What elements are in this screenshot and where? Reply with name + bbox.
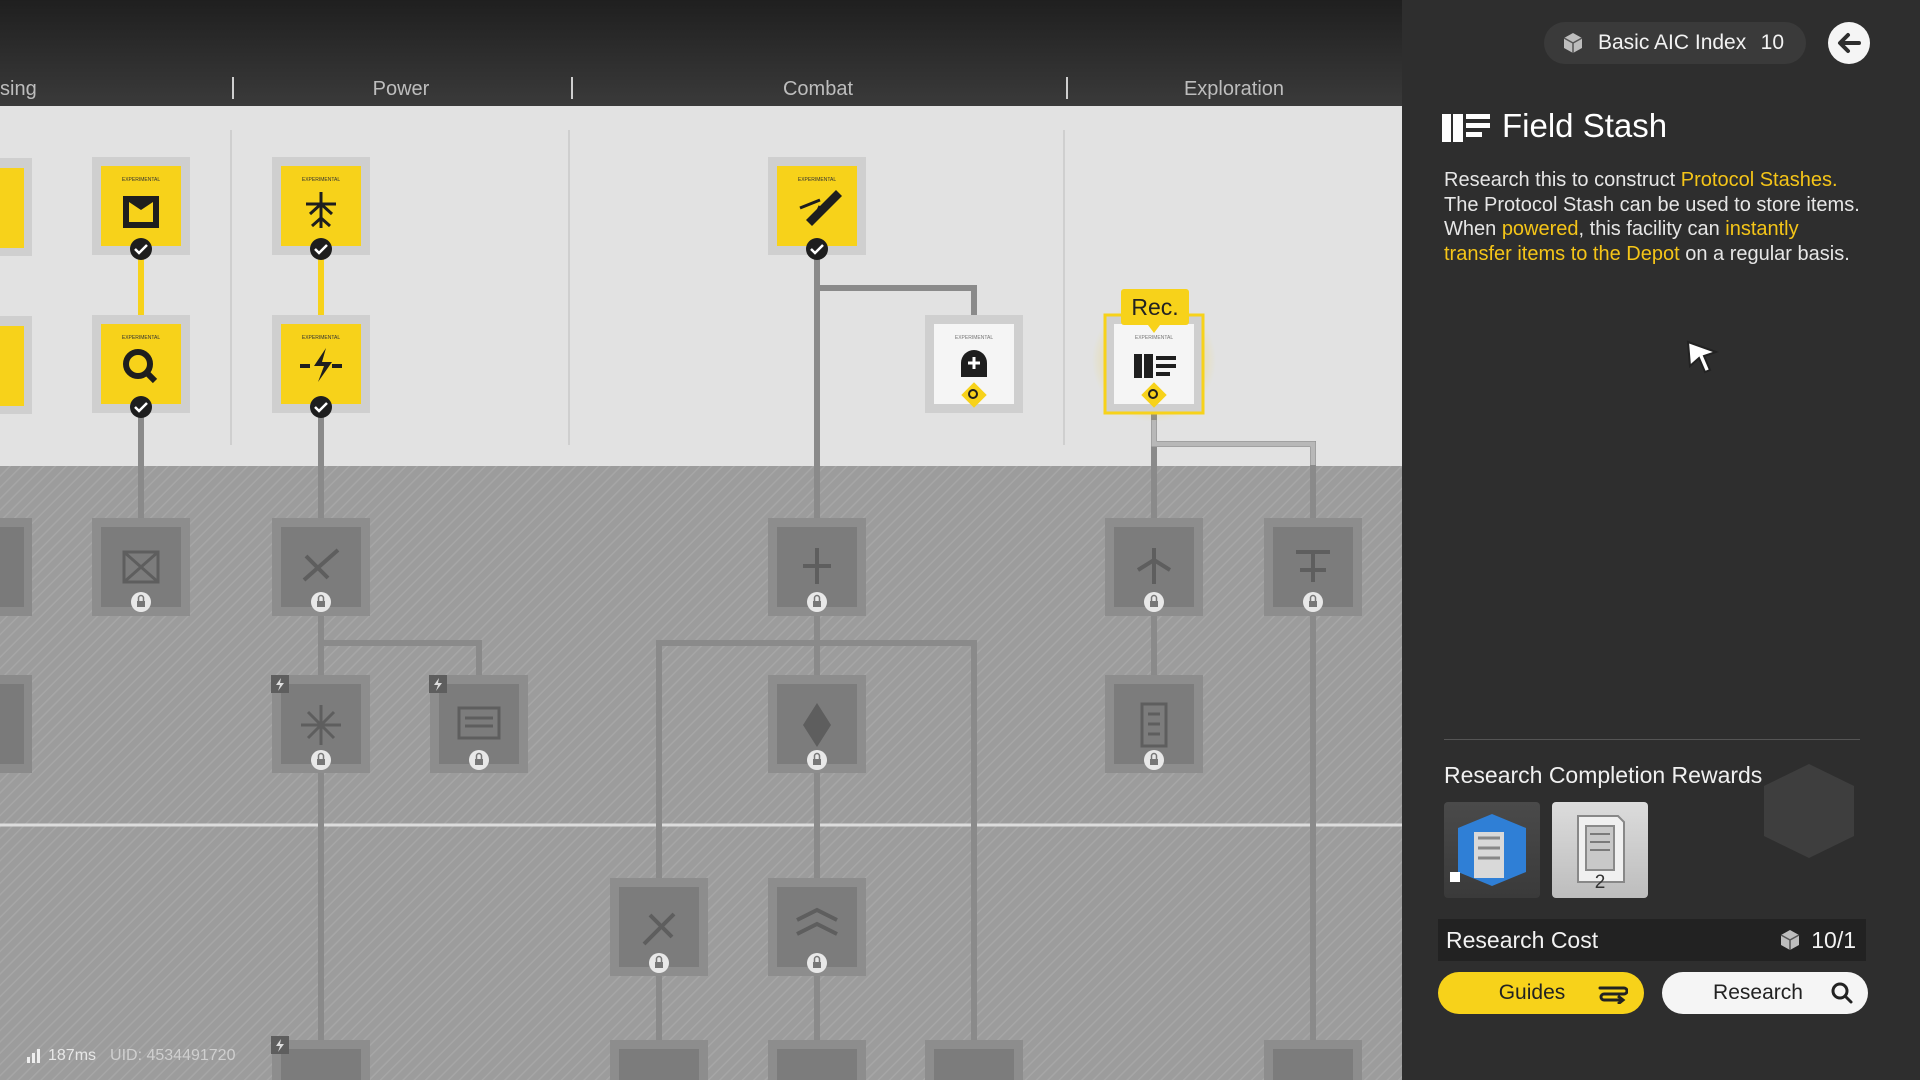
category-tab-processing[interactable]: sing [0,78,37,100]
guides-button[interactable]: Guides [1438,972,1644,1014]
svg-text:EXPERIMENTAL: EXPERIMENTAL [122,335,160,341]
check-icon [130,238,152,260]
mouse-cursor-icon [1686,340,1720,374]
research-node-processing-partial[interactable] [0,316,32,414]
research-node-locked[interactable] [1105,518,1203,616]
check-icon [130,396,152,418]
category-tab-power[interactable]: Power [373,78,430,100]
research-cost-value: 10/1 [1811,926,1856,953]
medic-icon [961,350,987,377]
detail-title: Field Stash [1502,107,1668,144]
field-stash-icon [1442,114,1490,142]
desc-highlight: powered [1501,218,1579,240]
cube-icon [1780,930,1800,950]
desc-text: Research this to construct [1444,169,1681,191]
svg-text:Rec.: Rec. [1131,294,1178,320]
desc-text: , this facility can [1578,218,1726,240]
research-node-locked[interactable] [271,675,370,773]
section-divider [1444,739,1860,740]
research-node-locked[interactable] [1264,518,1362,616]
check-icon [806,238,828,260]
detail-description: Research this to construct Protocol Stas… [1444,168,1864,266]
research-node-combat-available[interactable]: EXPERIMENTAL [925,315,1023,413]
check-icon [310,396,332,418]
svg-text:EXPERIMENTAL: EXPERIMENTAL [302,177,340,183]
svg-text:EXPERIMENTAL: EXPERIMENTAL [955,335,993,341]
research-node-locked[interactable] [768,878,866,976]
research-node-locked[interactable] [610,1040,708,1080]
rewards-title: Research Completion Rewards [1444,762,1763,788]
research-node-locked[interactable] [429,675,528,773]
network-status: 187ms UID: 4534491720 [26,1047,235,1065]
svg-text:EXPERIMENTAL: EXPERIMENTAL [302,335,340,341]
uid-text: UID: 4534491720 [110,1047,236,1064]
back-button[interactable] [1828,22,1870,64]
research-label: Research [1713,981,1803,1004]
research-node-locked[interactable] [271,1036,370,1080]
research-node-locked[interactable] [1105,675,1203,773]
box-watermark-icon [1764,764,1854,858]
gamepad-shortcut-icon [1598,986,1628,1004]
detail-panel [1402,0,1920,1080]
research-node-locked[interactable] [92,518,190,616]
guides-label: Guides [1498,981,1566,1004]
aic-index-badge: Basic AIC Index 10 [1544,22,1806,64]
search-icon [1831,982,1853,1004]
category-tab-exploration[interactable]: Exploration [1184,78,1284,100]
research-node-locked[interactable] [768,1040,866,1080]
desc-highlight: Protocol Stashes. [1680,169,1838,191]
research-node-depot-unlocked[interactable]: EXPERIMENTAL [92,157,190,260]
research-cost-bar: Research Cost 10/1 [1438,919,1866,961]
research-node-combat-unlocked[interactable]: EXPERIMENTAL [768,157,866,260]
signal-icon [27,1049,40,1063]
check-icon [310,238,332,260]
blueprint-icon [1450,814,1526,886]
research-button[interactable]: Research [1662,972,1868,1014]
research-node-locked[interactable] [610,878,708,976]
ping-text: 187ms [48,1047,97,1064]
reward-item-protocol-stash[interactable]: 2 [1552,802,1648,898]
aic-index-label: Basic AIC Index [1598,31,1747,54]
research-node-power-pylon-unlocked[interactable]: EXPERIMENTAL [272,157,370,260]
category-tab-combat[interactable]: Combat [783,78,853,100]
research-node-locked[interactable] [925,1040,1023,1080]
research-node-locked[interactable] [272,518,370,616]
research-node-locked[interactable] [0,675,32,773]
cube-icon [1563,33,1583,53]
research-node-locked[interactable] [1264,1040,1362,1080]
research-node-locked[interactable] [768,518,866,616]
detail-header: Field Stash [1440,106,1667,146]
reward-item-blueprint[interactable] [1444,802,1540,898]
back-arrow-icon [1838,33,1861,53]
reward-count: 2 [1594,872,1606,893]
research-node-processing-unlocked[interactable]: EXPERIMENTAL [92,315,190,418]
svg-text:EXPERIMENTAL: EXPERIMENTAL [122,177,160,183]
research-cost-label: Research Cost [1446,926,1599,953]
aic-index-value: 10 [1760,31,1784,54]
research-node-processing-partial[interactable] [0,158,32,256]
desc-text: on a regular basis. [1679,242,1850,265]
svg-text:EXPERIMENTAL: EXPERIMENTAL [1135,335,1173,341]
research-node-power-unlocked[interactable]: EXPERIMENTAL [272,315,370,418]
research-node-locked[interactable] [768,675,866,773]
research-node-locked[interactable] [0,518,32,616]
svg-text:EXPERIMENTAL: EXPERIMENTAL [798,177,836,183]
